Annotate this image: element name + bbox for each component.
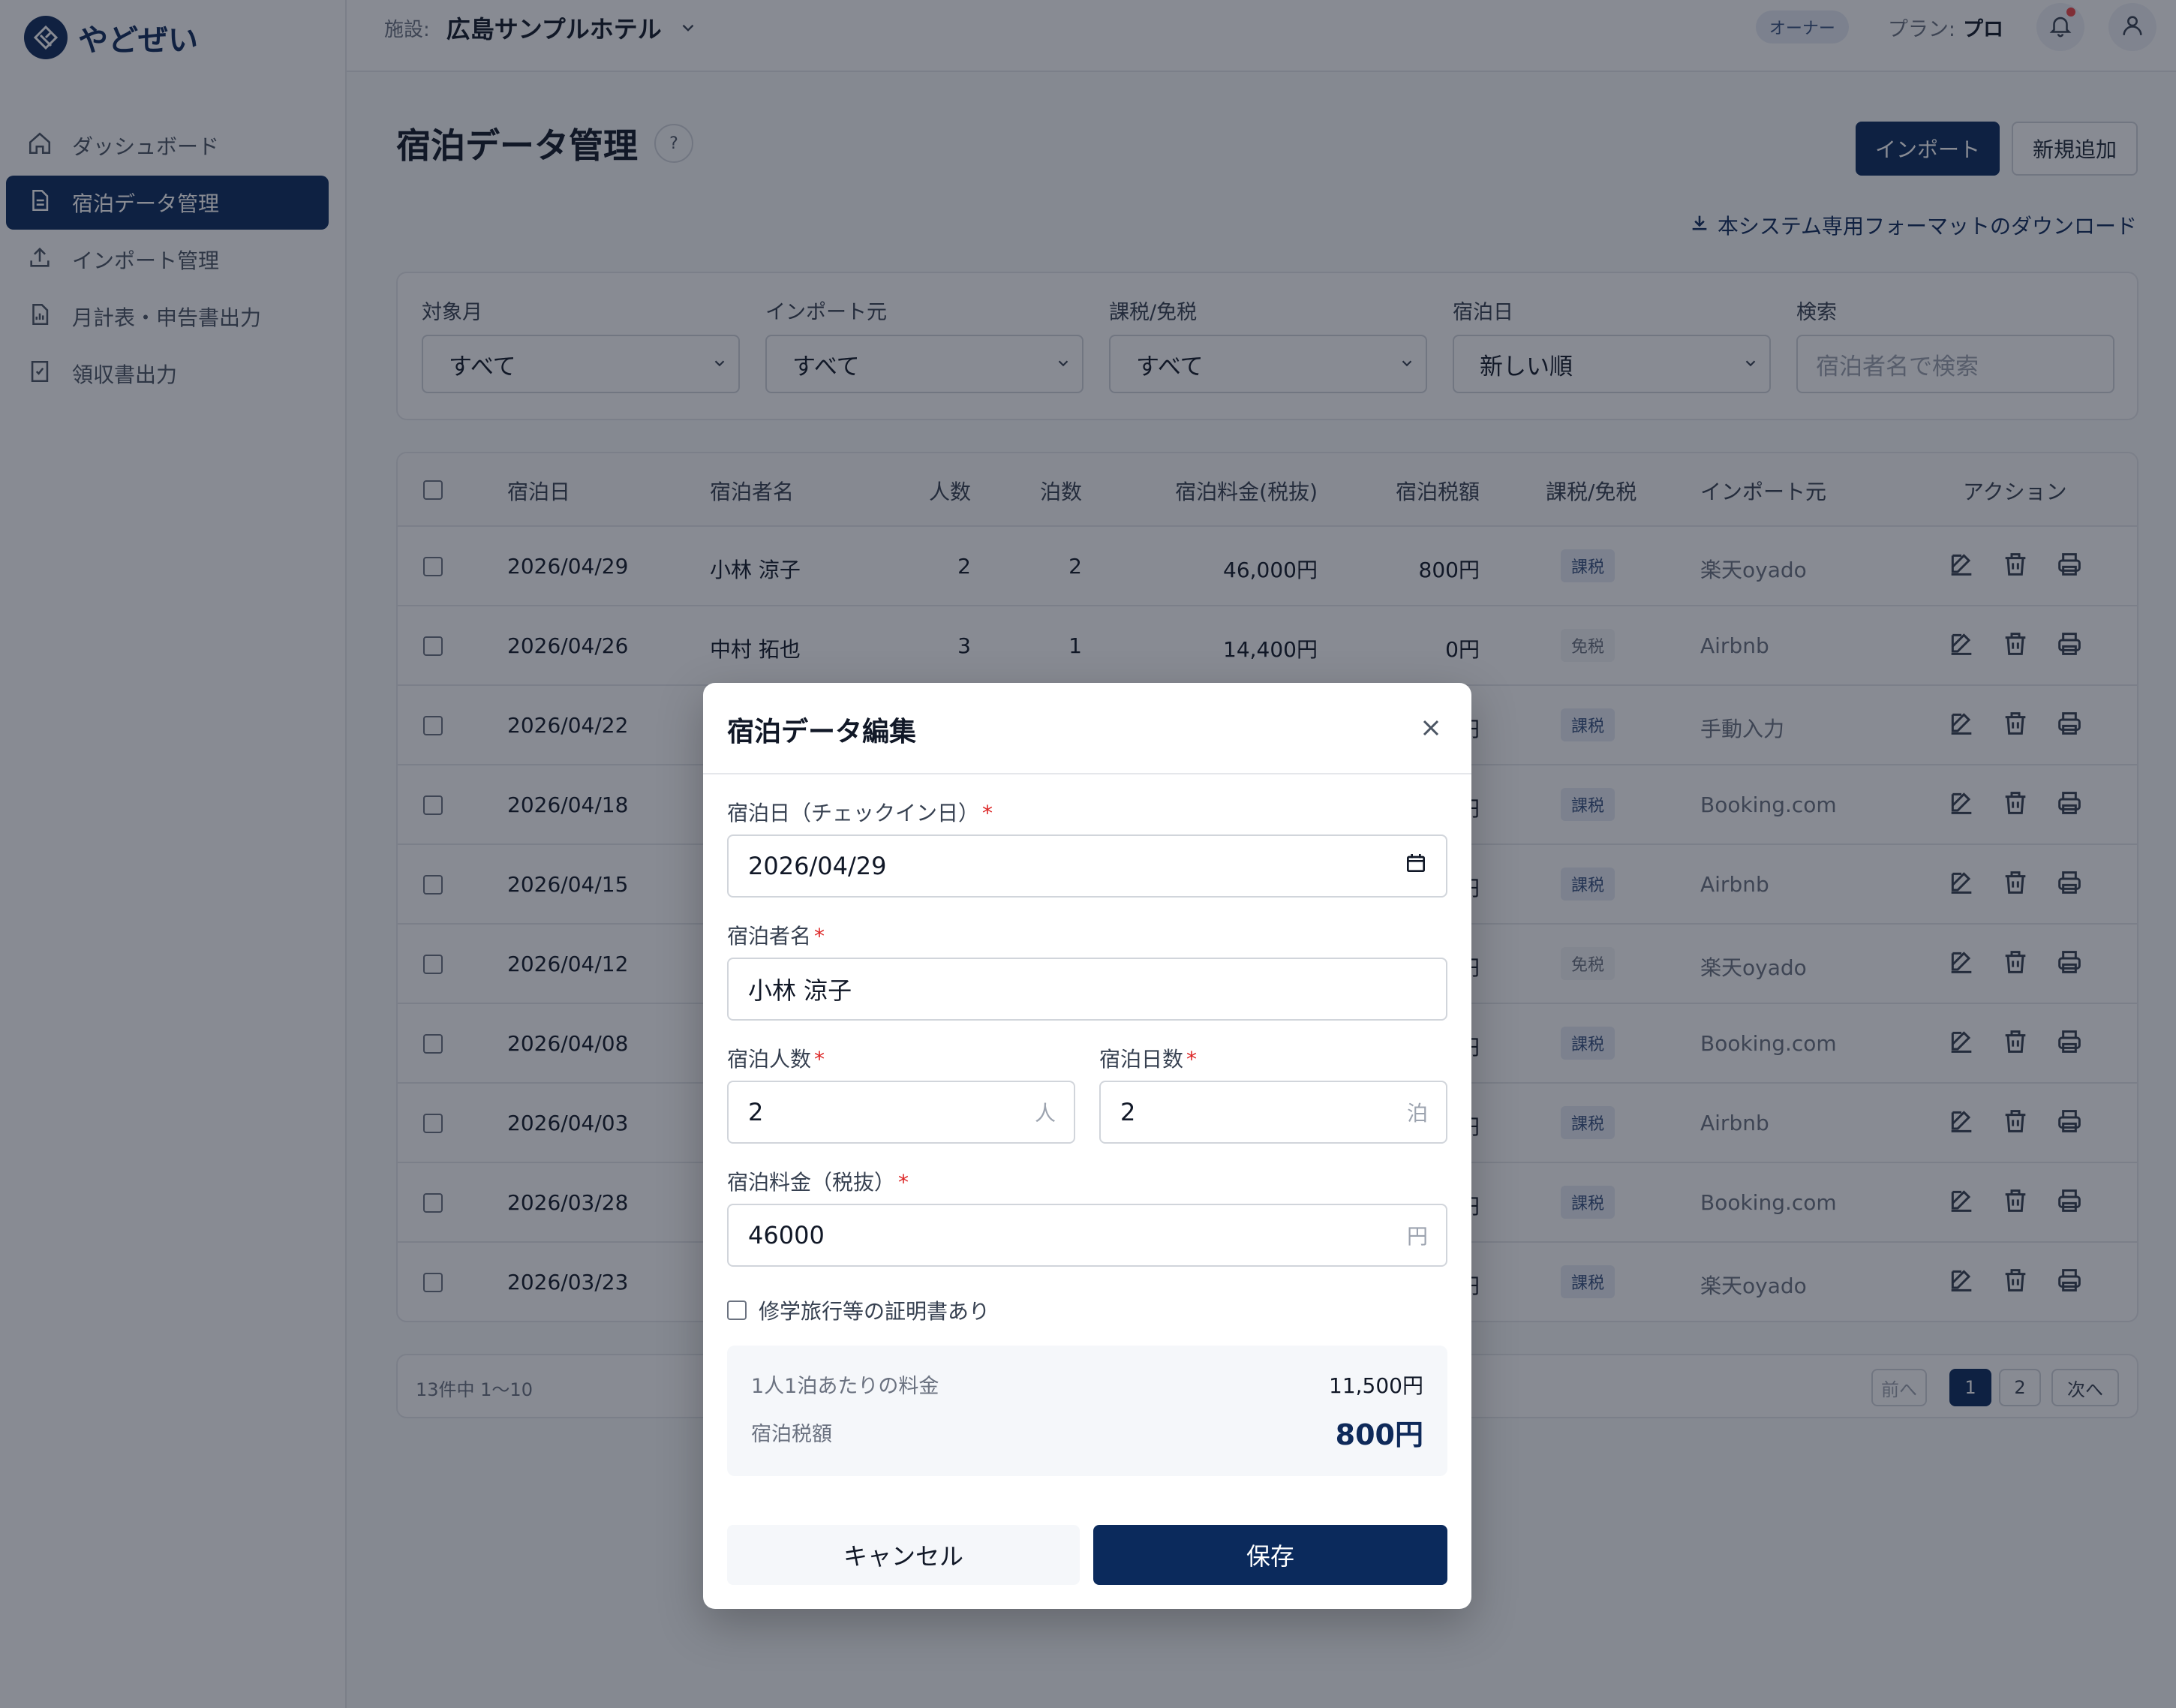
nights-label: 宿泊日数 * xyxy=(1099,1043,1197,1073)
checkin-date-value: 2026/04/29 xyxy=(748,852,887,880)
modal-header: 宿泊データ編集 xyxy=(703,683,1471,774)
checkin-label: 宿泊日（チェックイン日） * xyxy=(727,797,993,827)
stay-tax-value: 800円 xyxy=(1335,1418,1423,1451)
calendar-icon[interactable] xyxy=(1404,851,1428,881)
nights-label-text: 宿泊日数 xyxy=(1099,1047,1184,1072)
nights-input[interactable]: 2 泊 xyxy=(1099,1081,1447,1144)
required-mark: * xyxy=(814,924,825,949)
nights-unit: 泊 xyxy=(1406,1101,1428,1126)
fee-label-text: 宿泊料金（税抜） xyxy=(727,1170,896,1195)
per-person-value: 11,500円 xyxy=(1329,1373,1423,1398)
close-icon[interactable] xyxy=(1417,714,1444,741)
guest-name-value: 小林 涼子 xyxy=(748,976,852,1005)
checkin-label-text: 宿泊日（チェックイン日） xyxy=(727,801,980,825)
save-button[interactable]: 保存 xyxy=(1093,1525,1447,1585)
stay-tax-label: 宿泊税額 xyxy=(751,1423,832,1446)
cancel-button[interactable]: キャンセル xyxy=(727,1525,1080,1585)
fee-label: 宿泊料金（税抜） * xyxy=(727,1166,909,1196)
guest-name-label-text: 宿泊者名 xyxy=(727,924,812,949)
people-value: 2 xyxy=(748,1098,764,1126)
required-mark: * xyxy=(898,1170,909,1195)
people-label-text: 宿泊人数 xyxy=(727,1047,812,1072)
calculation-summary: 1人1泊あたりの料金 11,500円 宿泊税額 800円 xyxy=(727,1346,1447,1476)
guest-name-input[interactable]: 小林 涼子 xyxy=(727,958,1447,1021)
edit-stay-modal: 宿泊データ編集 宿泊日（チェックイン日） * 2026/04/29 宿泊者名 * 小… xyxy=(703,683,1471,1609)
people-input[interactable]: 2 人 xyxy=(727,1081,1075,1144)
nights-value: 2 xyxy=(1120,1098,1136,1126)
certificate-row: 修学旅行等の証明書あり xyxy=(727,1295,990,1325)
required-mark: * xyxy=(1186,1047,1198,1072)
certificate-label: 修学旅行等の証明書あり xyxy=(759,1299,990,1324)
people-label: 宿泊人数 * xyxy=(727,1043,825,1073)
modal-title: 宿泊データ編集 xyxy=(727,717,917,747)
fee-value: 46000 xyxy=(748,1221,825,1249)
required-mark: * xyxy=(982,801,993,825)
checkin-date-input[interactable]: 2026/04/29 xyxy=(727,834,1447,898)
required-mark: * xyxy=(814,1047,825,1072)
fee-unit: 円 xyxy=(1406,1224,1428,1249)
certificate-checkbox[interactable] xyxy=(727,1301,747,1320)
people-unit: 人 xyxy=(1034,1101,1056,1126)
per-person-label: 1人1泊あたりの料金 xyxy=(751,1375,939,1398)
fee-input[interactable]: 46000 円 xyxy=(727,1204,1447,1267)
guest-name-label: 宿泊者名 * xyxy=(727,920,825,950)
